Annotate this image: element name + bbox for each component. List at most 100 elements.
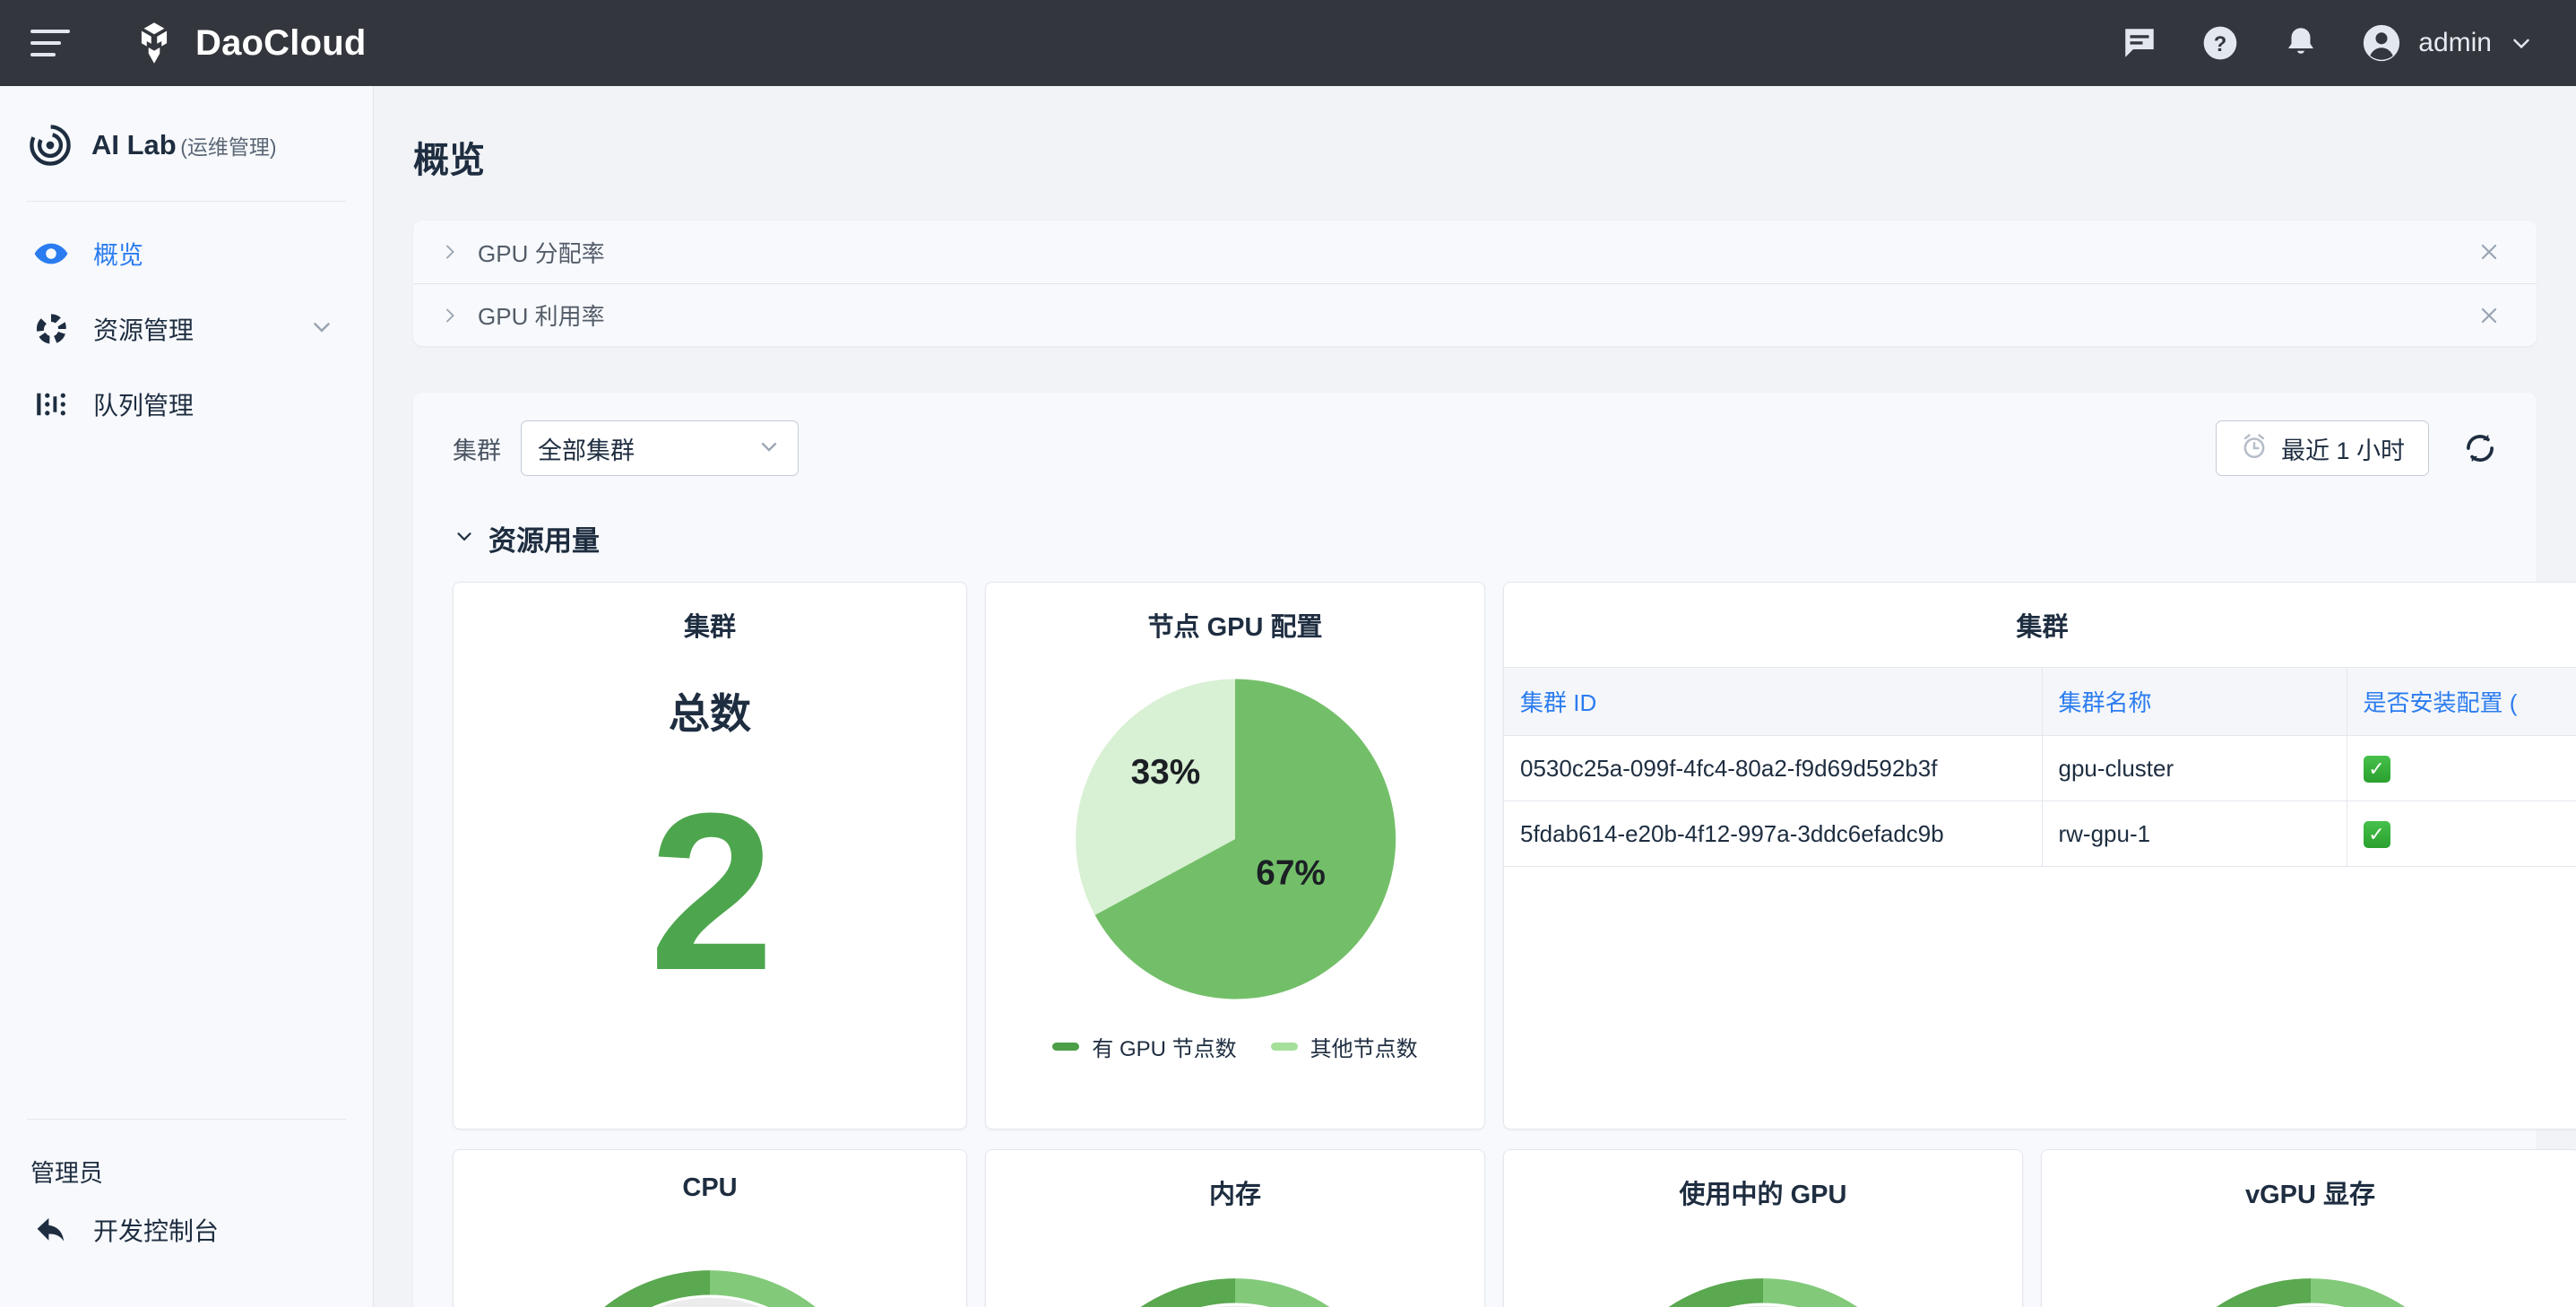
sidebar-product-title: AI Lab	[91, 129, 177, 160]
sidebar-item-label: 开发控制台	[93, 1212, 219, 1248]
legend-label: 有 GPU 节点数	[1092, 1031, 1236, 1062]
chevron-down-icon[interactable]	[453, 524, 476, 552]
cluster-table: 集群 ID 集群名称 是否安装配置 ( 0530c25a-099f-4fc4-8…	[1504, 667, 2576, 867]
page-title: 概览	[374, 86, 2576, 183]
chevron-right-icon[interactable]	[438, 241, 462, 263]
queue-icon	[30, 384, 72, 425]
cards-row-2: CPU 内存	[413, 1130, 2537, 1307]
cluster-total-value: 2	[454, 780, 966, 1004]
sidebar-item-label: 资源管理	[93, 311, 194, 347]
legend-item[interactable]: 其他节点数	[1271, 1031, 1418, 1062]
avatar-icon	[2361, 22, 2402, 64]
daocloud-cube-icon	[131, 20, 177, 66]
legend-swatch	[1052, 1043, 1079, 1051]
eye-icon	[30, 233, 72, 274]
sidebar-footer-title: 管理员	[0, 1120, 373, 1189]
column-header-cluster-name[interactable]: 集群名称	[2042, 668, 2347, 736]
section-resource-usage[interactable]: 资源用量	[413, 504, 2537, 558]
legend-item[interactable]: 有 GPU 节点数	[1052, 1031, 1236, 1062]
sidebar-item-resource-management[interactable]: 资源管理	[0, 291, 373, 367]
section-title: 资源用量	[488, 518, 600, 558]
card-title: 集群	[1504, 583, 2576, 644]
card-cluster-total: 集群 总数 2	[453, 582, 967, 1130]
pie-label-other: 33%	[1131, 753, 1201, 792]
cluster-total-label: 总数	[454, 681, 966, 740]
check-icon: ✓	[2364, 756, 2390, 783]
chevron-right-icon[interactable]	[438, 305, 462, 326]
card-title: 内存	[986, 1150, 1484, 1211]
pie-legend: 有 GPU 节点数 其他节点数	[986, 1031, 1484, 1062]
table-scroll-area[interactable]: 集群 ID 集群名称 是否安装配置 ( 0530c25a-099f-4fc4-8…	[1504, 667, 2576, 867]
sidebar-item-dev-console[interactable]: 开发控制台	[0, 1189, 373, 1271]
sidebar-nav: 概览 资源管理	[0, 202, 373, 442]
svg-text:?: ?	[2214, 32, 2227, 56]
cell-cluster-id: 0530c25a-099f-4fc4-80a2-f9d69d592b3f	[1504, 736, 2042, 801]
gauge-gpu-in-use	[1504, 1238, 2022, 1307]
sidebar: AI Lab (运维管理) 概览 资源管理	[0, 86, 374, 1307]
check-icon: ✓	[2364, 821, 2390, 848]
column-header-cluster-id[interactable]: 集群 ID	[1504, 668, 2042, 736]
gauge-vgpu-memory	[2042, 1238, 2576, 1307]
cell-installed: ✓	[2347, 736, 2576, 801]
user-name: admin	[2418, 28, 2492, 58]
alarm-clock-icon	[2240, 432, 2269, 465]
close-icon[interactable]	[2474, 237, 2504, 267]
topbar-actions: ? admin	[2119, 22, 2535, 64]
sidebar-item-overview[interactable]: 概览	[0, 216, 373, 291]
card-gpu-in-use: 使用中的 GPU	[1503, 1149, 2023, 1307]
card-cpu: CPU	[453, 1149, 967, 1307]
legend-swatch	[1271, 1043, 1298, 1051]
user-menu[interactable]: admin	[2361, 22, 2535, 64]
close-icon[interactable]	[2474, 300, 2504, 331]
table-row[interactable]: 0530c25a-099f-4fc4-80a2-f9d69d592b3f gpu…	[1504, 736, 2576, 801]
legend-label: 其他节点数	[1310, 1031, 1418, 1062]
bell-icon[interactable]	[2280, 22, 2321, 64]
chevron-down-icon[interactable]	[308, 314, 335, 345]
cluster-select[interactable]: 全部集群	[521, 420, 799, 476]
panel-label: GPU 分配率	[478, 236, 605, 269]
panel-gpu-utilization[interactable]: GPU 利用率	[413, 283, 2537, 346]
table-row[interactable]: 5fdab614-e20b-4f12-997a-3ddc6efadc9b rw-…	[1504, 801, 2576, 867]
back-arrow-icon	[30, 1209, 72, 1251]
sidebar-item-label: 概览	[93, 236, 143, 272]
cluster-select-value: 全部集群	[538, 431, 635, 466]
pie-label-gpu: 67%	[1256, 853, 1326, 892]
card-node-gpu-config: 节点 GPU 配置 67% 33% 有 GPU 节点数	[985, 582, 1485, 1130]
card-vgpu-memory: vGPU 显存	[2041, 1149, 2576, 1307]
chevron-down-icon[interactable]	[2508, 30, 2535, 56]
sidebar-footer: 管理员 开发控制台	[0, 1119, 373, 1307]
chevron-down-icon	[756, 434, 782, 463]
dashboard-board: 集群 全部集群 最近 1 小时	[413, 393, 2537, 1307]
main-content: 概览 GPU 分配率 GPU 利用率 集群 全部集群	[374, 86, 2576, 1307]
cluster-filter-label: 集群	[453, 431, 501, 466]
help-icon[interactable]: ?	[2200, 22, 2241, 64]
collapsible-panels: GPU 分配率 GPU 利用率	[413, 221, 2537, 346]
top-bar: DaoCloud ? admin	[0, 0, 2576, 86]
sidebar-item-label: 队列管理	[93, 386, 194, 422]
card-title: vGPU 显存	[2042, 1150, 2576, 1211]
panel-gpu-allocation[interactable]: GPU 分配率	[413, 221, 2537, 283]
column-header-installed[interactable]: 是否安装配置 (	[2347, 668, 2576, 736]
cell-cluster-id: 5fdab614-e20b-4f12-997a-3ddc6efadc9b	[1504, 801, 2042, 867]
card-memory: 内存	[985, 1149, 1485, 1307]
card-cluster-table: 集群 集群 ID 集群名称 是否安装配置 ( 0530c25a-	[1503, 582, 2576, 1130]
sidebar-product-subtitle: (运维管理)	[180, 135, 276, 159]
cell-cluster-name: gpu-cluster	[2042, 736, 2347, 801]
menu-icon[interactable]	[30, 23, 70, 63]
cell-cluster-name: rw-gpu-1	[2042, 801, 2347, 867]
time-range-button[interactable]: 最近 1 小时	[2216, 420, 2429, 476]
brand-logo[interactable]: DaoCloud	[131, 20, 366, 66]
filter-actions: 最近 1 小时	[2216, 420, 2501, 476]
refresh-icon[interactable]	[2459, 428, 2501, 469]
card-title: CPU	[454, 1150, 966, 1203]
table-header-row: 集群 ID 集群名称 是否安装配置 (	[1504, 668, 2576, 736]
resource-icon	[30, 308, 72, 350]
card-title: 节点 GPU 配置	[986, 583, 1484, 644]
chat-icon[interactable]	[2119, 22, 2160, 64]
time-range-value: 最近 1 小时	[2281, 431, 2405, 466]
sidebar-item-queue-management[interactable]: 队列管理	[0, 367, 373, 442]
sidebar-product-header[interactable]: AI Lab (运维管理)	[0, 86, 373, 169]
gauge-memory	[986, 1238, 1484, 1307]
cell-installed: ✓	[2347, 801, 2576, 867]
card-title: 使用中的 GPU	[1504, 1150, 2022, 1211]
